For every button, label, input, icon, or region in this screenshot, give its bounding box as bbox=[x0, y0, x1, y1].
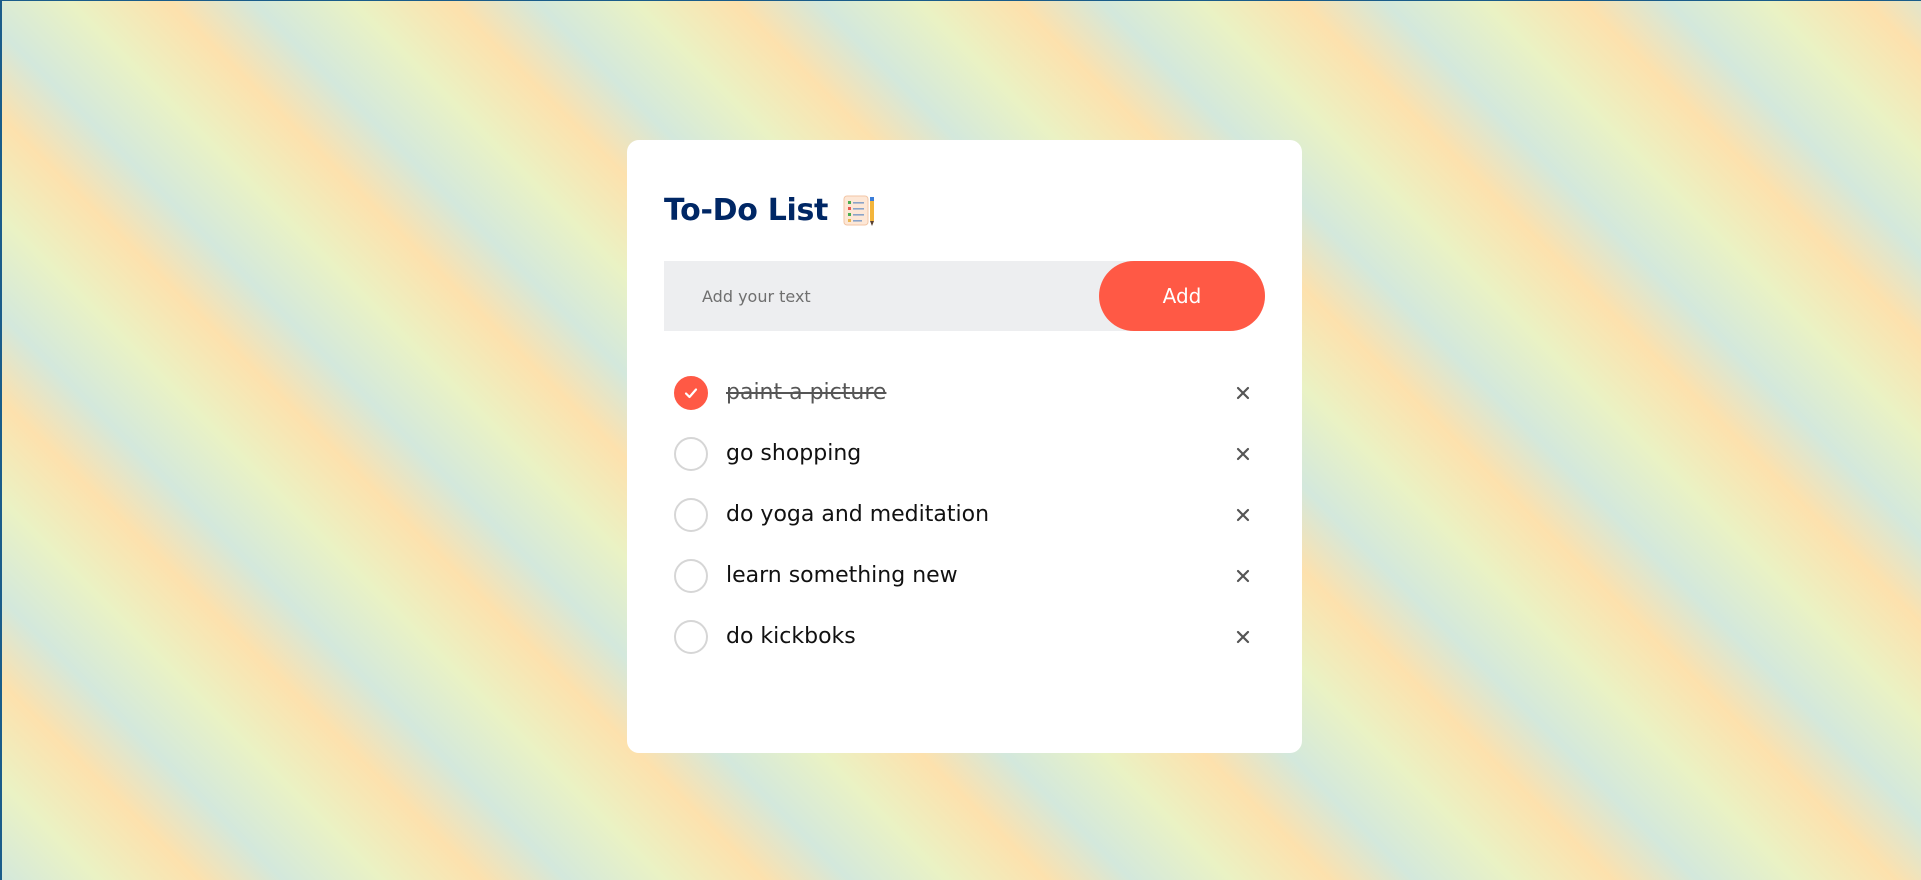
task-checkbox[interactable] bbox=[674, 375, 708, 410]
task-item[interactable]: do yoga and meditation bbox=[664, 484, 1265, 545]
task-label: learn something new bbox=[726, 563, 958, 588]
title-row: To-Do List bbox=[664, 192, 876, 228]
task-label: go shopping bbox=[726, 441, 862, 466]
task-item[interactable]: paint a picture bbox=[664, 362, 1265, 423]
task-checkbox[interactable] bbox=[674, 558, 708, 593]
task-checkbox[interactable] bbox=[674, 436, 708, 471]
task-item[interactable]: learn something new bbox=[664, 545, 1265, 606]
task-input[interactable] bbox=[664, 260, 1099, 332]
task-list: paint a picture go shopping do yoga and … bbox=[664, 362, 1265, 667]
task-label: paint a picture bbox=[726, 380, 887, 405]
task-item[interactable]: do kickboks bbox=[664, 606, 1265, 667]
app-title: To-Do List bbox=[664, 192, 829, 228]
task-checkbox[interactable] bbox=[674, 619, 708, 654]
notepad-checklist-icon bbox=[840, 192, 876, 228]
task-label: do yoga and meditation bbox=[726, 502, 990, 527]
close-icon[interactable] bbox=[1233, 383, 1253, 403]
task-item[interactable]: go shopping bbox=[664, 423, 1265, 484]
add-task-row: Add bbox=[664, 260, 1265, 332]
task-checkbox[interactable] bbox=[674, 497, 708, 532]
close-icon[interactable] bbox=[1233, 627, 1253, 647]
close-icon[interactable] bbox=[1233, 444, 1253, 464]
add-button[interactable]: Add bbox=[1099, 261, 1265, 331]
todo-card: To-Do List Add your text Add paint a pic… bbox=[627, 140, 1302, 753]
checkmark-icon bbox=[684, 387, 698, 398]
close-icon[interactable] bbox=[1233, 566, 1253, 586]
close-icon[interactable] bbox=[1233, 505, 1253, 525]
task-label: do kickboks bbox=[726, 624, 856, 649]
